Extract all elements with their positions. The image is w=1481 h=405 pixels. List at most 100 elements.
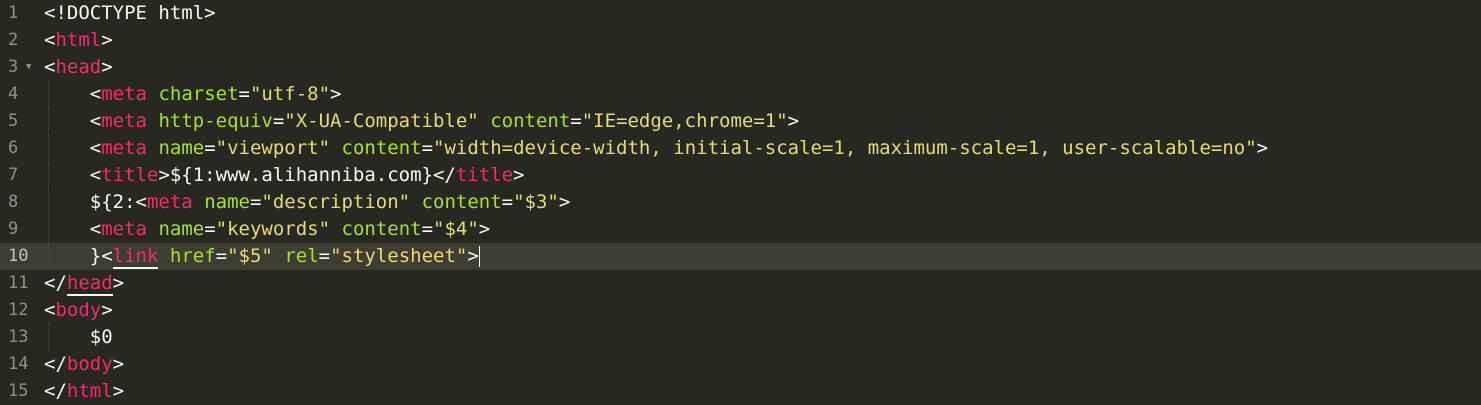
fold-arrow-icon[interactable]: ▼ [26, 54, 31, 81]
text-token: </ [44, 380, 67, 402]
line-number: 7 [8, 165, 19, 185]
line-number: 10 [8, 246, 29, 266]
line-gutter: 1 [0, 0, 42, 27]
line-number: 2 [8, 30, 19, 50]
text-token: > [101, 299, 113, 321]
attribute-token: http-equiv [158, 110, 273, 132]
string-token: "stylesheet" [330, 245, 468, 267]
text-cursor [478, 246, 480, 267]
line-code: <meta name="viewport" content="width=dev… [44, 135, 1268, 162]
text-token: }< [89, 245, 113, 267]
text-token: = [570, 110, 582, 132]
line-code: ${2:<meta name="description" content="$3… [44, 189, 571, 216]
text-token: > [467, 245, 479, 267]
code-line[interactable]: 8 ${2:<meta name="description" content="… [0, 189, 1481, 216]
tag-token: meta [101, 83, 147, 105]
text-token: > [513, 164, 525, 186]
string-token: "IE=edge,chrome=1" [581, 110, 788, 132]
line-code: <!DOCTYPE html> [44, 0, 216, 27]
text-token: = [272, 110, 285, 132]
code-line[interactable]: 7 <title>${1:www.alihanniba.com}</title> [0, 162, 1481, 189]
code-line[interactable]: 13 $0 [0, 324, 1481, 351]
line-code: <body> [44, 297, 113, 324]
text-token: = [421, 137, 434, 159]
code-editor[interactable]: 1 <!DOCTYPE html> 2 <html> 3 ▼ <head> 4 <meta c… [0, 0, 1481, 405]
line-number: 11 [8, 273, 29, 293]
code-line[interactable]: 9 <meta name="keywords" content="$4"> [0, 216, 1481, 243]
code-line[interactable]: 5 <meta http-equiv="X-UA-Compatible" con… [0, 108, 1481, 135]
tag-token: body [55, 299, 102, 321]
line-number: 13 [8, 327, 29, 347]
line-number: 6 [8, 138, 19, 158]
attribute-token: href [169, 245, 216, 267]
tag-token: meta [101, 137, 147, 159]
text-token: > [478, 218, 491, 240]
attribute-token: content [341, 218, 422, 240]
line-number: 1 [8, 3, 19, 23]
attribute-token: name [158, 218, 205, 240]
code-line[interactable]: 10 }<link href="$5" rel="stylesheet"> [0, 243, 1481, 270]
code-line[interactable]: 6 <meta name="viewport" content="width=d… [0, 135, 1481, 162]
text-token: < [89, 83, 102, 105]
text-token: = [501, 191, 514, 213]
line-number: 5 [8, 111, 19, 131]
line-code: <title>${1:www.alihanniba.com}</title> [44, 162, 525, 189]
tag-token: title [101, 164, 159, 186]
line-gutter: 9 [0, 216, 42, 243]
text-token: </ [44, 353, 67, 375]
line-number: 4 [8, 84, 19, 104]
line-number: 9 [8, 219, 19, 239]
text-token: > [112, 380, 125, 402]
code-line[interactable]: 1 <!DOCTYPE html> [0, 0, 1481, 27]
line-code: }<link href="$5" rel="stylesheet"> [44, 243, 480, 270]
text-token: </ [44, 272, 67, 294]
text-token: < [44, 299, 56, 321]
code-line[interactable]: 15 </html> [0, 378, 1481, 405]
text-token: > [112, 353, 125, 375]
matched-tag-token: head [66, 272, 113, 296]
text-token: ${2:< [89, 191, 147, 213]
text-token: = [249, 191, 262, 213]
line-gutter: 2 [0, 27, 42, 54]
attribute-token: name [158, 137, 205, 159]
text-token: <!DOCTYPE html> [44, 2, 216, 24]
text-token: > [112, 272, 125, 294]
line-gutter: 5 [0, 108, 42, 135]
tag-token: meta [101, 218, 147, 240]
line-code: $0 [44, 324, 113, 351]
text-token: < [89, 164, 102, 186]
text-token: > [101, 56, 113, 78]
line-gutter: 10 [0, 243, 42, 270]
line-gutter: 4 [0, 81, 42, 108]
code-line[interactable]: 12 <body> [0, 297, 1481, 324]
line-gutter: 3 ▼ [0, 54, 42, 81]
attribute-token: name [204, 191, 250, 213]
line-gutter: 7 [0, 162, 42, 189]
code-line[interactable]: 14 </body> [0, 351, 1481, 378]
code-line[interactable]: 4 <meta charset="utf-8"> [0, 81, 1481, 108]
text-token: < [89, 218, 102, 240]
line-number: 8 [8, 192, 19, 212]
line-code: <head> [44, 54, 113, 81]
line-gutter: 11 [0, 270, 42, 297]
tag-token: meta [101, 110, 147, 132]
attribute-token: rel [284, 245, 319, 267]
line-code: <html> [44, 27, 113, 54]
line-number: 14 [8, 354, 29, 374]
code-line[interactable]: 11 </head> [0, 270, 1481, 297]
text-token: < [89, 137, 102, 159]
line-code: <meta name="keywords" content="$4"> [44, 216, 490, 243]
code-line[interactable]: 3 ▼ <head> [0, 54, 1481, 81]
tag-token: html [55, 29, 102, 51]
code-line[interactable]: 2 <html> [0, 27, 1481, 54]
text-token: = [318, 245, 331, 267]
